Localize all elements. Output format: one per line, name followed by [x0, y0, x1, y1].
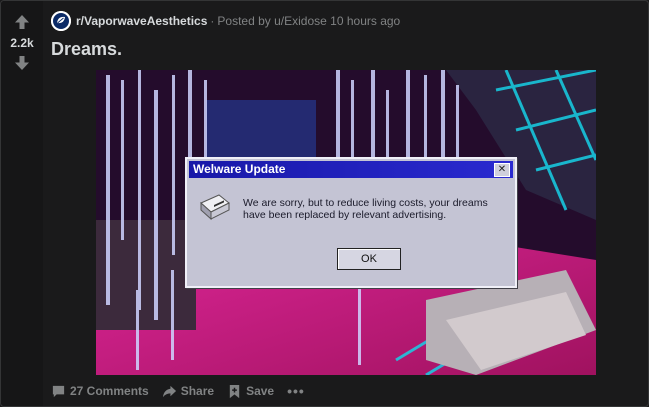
subreddit-avatar-icon[interactable] [51, 11, 71, 31]
error-dialog: Welware Update ✕ We are sorry, but to re… [185, 157, 517, 288]
share-button[interactable]: Share [162, 384, 214, 399]
dialog-titlebar: Welware Update ✕ [189, 161, 513, 178]
post-actions: 27 Comments Share Save ••• [51, 382, 305, 400]
post-meta: r/VaporwaveAesthetics · Posted by u/Exid… [51, 10, 400, 32]
comments-label: 27 Comments [70, 384, 149, 398]
post-time: 10 hours ago [330, 14, 401, 28]
upvote-icon[interactable] [13, 13, 31, 31]
post-card: 2.2k r/VaporwaveAesthetics · Posted by u… [0, 0, 649, 407]
post-image[interactable]: Welware Update ✕ We are sorry, but to re… [96, 70, 596, 375]
meta-separator: · [210, 14, 215, 28]
more-options-icon[interactable]: ••• [287, 383, 305, 399]
downvote-icon[interactable] [13, 54, 31, 72]
author-link[interactable]: u/Exidose [274, 14, 327, 28]
subreddit-link[interactable]: r/VaporwaveAesthetics [76, 14, 207, 28]
posted-by-label: Posted by [217, 14, 271, 28]
post-title[interactable]: Dreams. [51, 39, 122, 60]
comments-button[interactable]: 27 Comments [51, 384, 149, 399]
save-button[interactable]: Save [227, 384, 274, 399]
dialog-ok-button: OK [337, 248, 401, 270]
disk-drive-icon [200, 194, 230, 221]
dialog-close-icon: ✕ [494, 163, 510, 177]
bookmark-icon [229, 384, 240, 398]
share-label: Share [180, 384, 215, 398]
vote-score: 2.2k [10, 36, 34, 50]
dialog-message: We are sorry, but to reduce living costs… [243, 197, 488, 221]
save-label: Save [246, 384, 275, 398]
share-icon [162, 385, 176, 397]
comment-icon [52, 385, 65, 397]
vote-column: 2.2k [1, 1, 43, 406]
dialog-title: Welware Update [193, 162, 286, 176]
